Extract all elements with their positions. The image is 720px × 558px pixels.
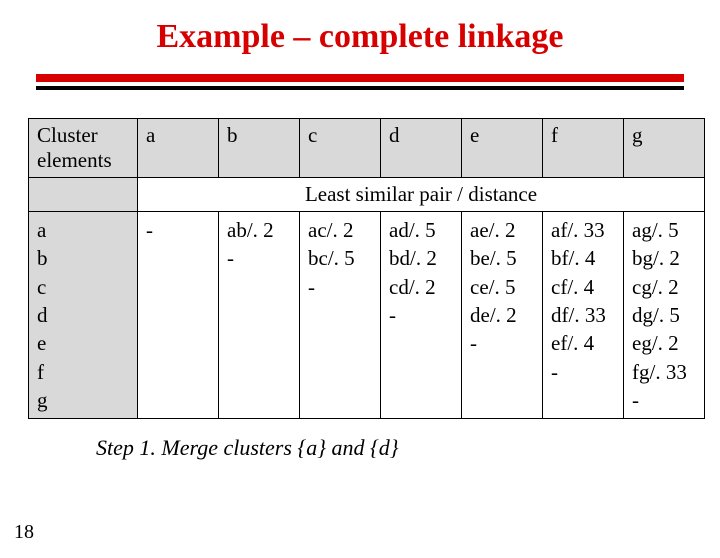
subheader-label: Least similar pair / distance xyxy=(138,178,705,212)
cell-col-e: ae/. 2 be/. 5 ce/. 5 de/. 2 - xyxy=(462,212,543,419)
table-header-row: Cluster elements a b c d e f g xyxy=(29,119,705,178)
subheader-spacer xyxy=(29,178,138,212)
title-rule xyxy=(36,74,684,90)
cell-col-a: - xyxy=(138,212,219,419)
col-header-f: f xyxy=(543,119,624,178)
col-header-b: b xyxy=(219,119,300,178)
cell-col-f: af/. 33 bf/. 4 cf/. 4 df/. 33 ef/. 4 - xyxy=(543,212,624,419)
col-header-a: a xyxy=(138,119,219,178)
col-header-g: g xyxy=(624,119,705,178)
slide-title: Example – complete linkage xyxy=(0,18,720,56)
col-header-d: d xyxy=(381,119,462,178)
header-cluster-elements: Cluster elements xyxy=(29,119,138,178)
col-header-e: e xyxy=(462,119,543,178)
cell-col-c: ac/. 2 bc/. 5 - xyxy=(300,212,381,419)
cell-col-g: ag/. 5 bg/. 2 cg/. 2 dg/. 5 eg/. 2 fg/. … xyxy=(624,212,705,419)
col-header-c: c xyxy=(300,119,381,178)
cell-col-b: ab/. 2 - xyxy=(219,212,300,419)
table-data-row: a b c d e f g - ab/. 2 - ac/. 2 bc/. 5 -… xyxy=(29,212,705,419)
row-labels: a b c d e f g xyxy=(29,212,138,419)
page-number: 18 xyxy=(14,521,34,544)
step-caption: Step 1. Merge clusters {a} and {d} xyxy=(96,435,720,461)
cell-col-d: ad/. 5 bd/. 2 cd/. 2 - xyxy=(381,212,462,419)
table-subheader-row: Least similar pair / distance xyxy=(29,178,705,212)
distance-matrix-table: Cluster elements a b c d e f g Least sim… xyxy=(28,118,705,419)
